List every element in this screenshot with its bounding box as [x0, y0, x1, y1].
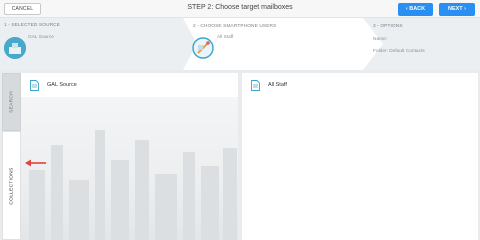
chevron-right-icon: › [464, 6, 467, 12]
step-1-detail: GAL Source [28, 35, 54, 40]
top-toolbar: CANCEL STEP 2: Choose target mailboxes ‹… [0, 0, 480, 18]
document-icon [251, 80, 260, 91]
back-button[interactable]: ‹ BACK [398, 3, 433, 16]
left-panel-header[interactable]: GAL Source [21, 73, 238, 97]
step-2-label: 2 - CHOOSE SMARTPHONE USERS [193, 24, 277, 29]
step-1-label: 1 - SELECTED SOURCE [4, 23, 61, 28]
right-panel: All Staff [242, 73, 478, 240]
left-panel: GAL Source [21, 73, 238, 97]
step-2-icon [192, 37, 214, 59]
step-3-folder: Folder: Default Contacts [373, 49, 425, 54]
wizard-steps: 1 - SELECTED SOURCE GAL Source 2 - CHOOS… [0, 18, 480, 70]
pointer-arrow-icon [25, 159, 46, 167]
tab-search-label: SEARCH [9, 91, 14, 113]
step-2-detail: All Staff [217, 35, 234, 40]
step-3-label: 3 - OPTIONS [373, 24, 403, 29]
background-cityscape [21, 96, 238, 240]
side-tabs: SEARCH COLLECTIONS [2, 73, 21, 240]
tab-collections[interactable]: COLLECTIONS [2, 131, 21, 240]
next-button-label: NEXT [447, 6, 463, 12]
step-3-name: Name: [373, 37, 388, 42]
step-1-icon [4, 37, 26, 59]
tab-search[interactable]: SEARCH [2, 73, 21, 131]
document-icon [30, 80, 39, 91]
next-button[interactable]: NEXT › [439, 3, 475, 16]
chevron-left-icon: ‹ [405, 6, 408, 12]
right-panel-title: All Staff [268, 82, 287, 88]
left-panel-title: GAL Source [47, 82, 77, 88]
tab-collections-label: COLLECTIONS [9, 166, 14, 205]
right-panel-header[interactable]: All Staff [242, 73, 478, 97]
back-button-label: BACK [409, 6, 426, 12]
